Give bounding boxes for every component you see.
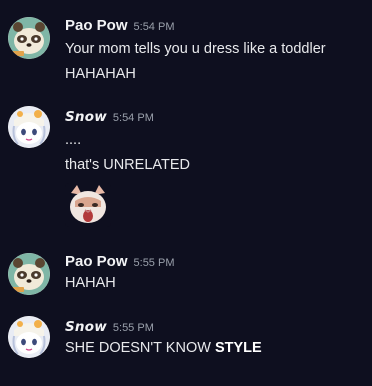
timestamp: 5:55 PM: [112, 322, 154, 334]
message-text: Your mom tells you u dress like a toddle…: [65, 41, 326, 57]
raccoon-avatar-icon[interactable]: [8, 253, 50, 295]
author-name[interactable]: Snow: [65, 319, 107, 335]
message-text: that's UNRELATED: [65, 157, 190, 173]
author-name[interactable]: Snow: [65, 109, 107, 125]
message-text-prefix: SHE DOESN'T KNOW: [65, 340, 215, 356]
message-text: SHE DOESN'T KNOW STYLE: [65, 340, 262, 356]
message-header: Snow 5:54 PM: [65, 108, 154, 126]
message-header: Snow 5:55 PM: [65, 318, 154, 336]
message-header: Pao Pow 5:55 PM: [65, 253, 174, 271]
timestamp: 5:54 PM: [112, 112, 154, 124]
timestamp: 5:54 PM: [133, 21, 175, 33]
timestamp: 5:55 PM: [133, 257, 175, 269]
author-name[interactable]: Pao Pow: [65, 253, 128, 270]
snow-character-avatar-icon[interactable]: [8, 106, 50, 148]
message-text: ....: [65, 132, 82, 148]
message-text-bold: STYLE: [214, 340, 262, 356]
raccoon-avatar-icon[interactable]: [8, 17, 50, 59]
author-name[interactable]: Pao Pow: [65, 17, 128, 34]
snow-character-avatar-icon[interactable]: [8, 316, 50, 358]
message-text: HAHAH: [65, 275, 116, 291]
shocked-cat-sticker[interactable]: [65, 183, 111, 227]
message-text: HAHAHAH: [65, 66, 136, 82]
message-header: Pao Pow 5:54 PM: [65, 17, 174, 35]
